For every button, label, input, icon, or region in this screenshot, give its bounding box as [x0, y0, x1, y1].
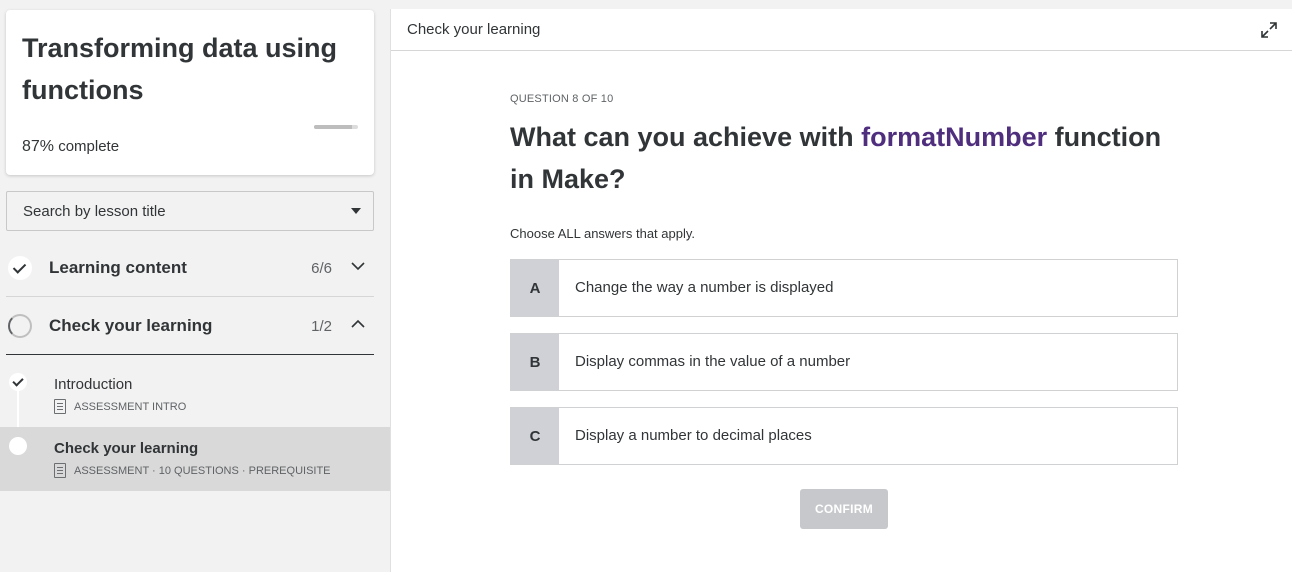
lesson-main-panel: Check your learning QUESTION 8 OF 10 Wha…	[390, 9, 1292, 572]
course-sidebar: Transforming data using functions 87% co…	[0, 0, 390, 572]
lesson-title: Check your learning	[54, 440, 199, 457]
lesson-header: Check your learning	[391, 9, 1292, 51]
course-progress-bar	[314, 125, 358, 129]
lesson-item-check-your-learning[interactable]: Check your learning ASSESSMENT · 10 QUES…	[0, 427, 390, 491]
course-progress-fill	[314, 125, 353, 129]
lesson-item-introduction[interactable]: Introduction ASSESSMENT INTRO	[0, 363, 390, 427]
chevron-up-icon[interactable]	[350, 316, 366, 332]
quiz-icon	[54, 463, 66, 478]
progress-ring-icon	[8, 314, 32, 338]
section-title: Check your learning	[49, 316, 213, 335]
chevron-down-icon[interactable]	[350, 258, 366, 274]
lesson-meta: ASSESSMENT INTRO	[54, 399, 186, 414]
option-letter: C	[511, 408, 559, 464]
lesson-title: Introduction	[54, 376, 133, 393]
course-title: Transforming data using functions	[22, 33, 338, 105]
caret-down-icon	[351, 208, 361, 214]
confirm-button[interactable]: CONFIRM	[800, 489, 888, 529]
course-summary-card: Transforming data using functions 87% co…	[6, 10, 374, 175]
option-text: Display a number to decimal places	[575, 427, 812, 444]
answer-option-c[interactable]: C Display a number to decimal places	[510, 407, 1178, 465]
course-progress-text: 87% complete	[22, 138, 119, 156]
question-text: What can you achieve with formatNumber f…	[510, 116, 1190, 200]
expand-icon[interactable]	[1259, 20, 1279, 40]
section-title: Learning content	[49, 258, 187, 277]
section-count: 6/6	[311, 260, 332, 277]
lesson-meta: ASSESSMENT · 10 QUESTIONS · PREREQUISITE	[54, 463, 331, 478]
lesson-meta-text: ASSESSMENT · 10 QUESTIONS · PREREQUISITE	[74, 464, 331, 477]
section-count: 1/2	[311, 318, 332, 335]
question-number-label: QUESTION 8 OF 10	[510, 93, 614, 105]
course-progress-percent: 87%	[22, 138, 55, 155]
lesson-search-select[interactable]: Search by lesson title	[6, 191, 374, 231]
document-icon	[54, 399, 66, 414]
option-text: Change the way a number is displayed	[575, 279, 834, 296]
question-instruction: Choose ALL answers that apply.	[510, 226, 696, 241]
section-check-your-learning[interactable]: Check your learning 1/2	[6, 298, 374, 355]
option-letter: A	[511, 260, 559, 316]
checkmark-icon	[9, 373, 27, 391]
option-text: Display commas in the value of a number	[575, 353, 851, 370]
lesson-header-title: Check your learning	[407, 21, 541, 38]
question-prefix: What can you achieve with	[510, 122, 862, 152]
current-lesson-dot-icon	[9, 437, 27, 455]
answer-option-a[interactable]: A Change the way a number is displayed	[510, 259, 1178, 317]
question-highlight: formatNumber	[861, 122, 1048, 152]
course-progress-suffix: complete	[54, 138, 120, 155]
section-learning-content[interactable]: Learning content 6/6	[6, 240, 374, 297]
lesson-meta-text: ASSESSMENT INTRO	[74, 400, 187, 413]
lesson-search-placeholder: Search by lesson title	[23, 203, 166, 220]
option-letter: B	[511, 334, 559, 390]
checkmark-icon	[8, 256, 32, 280]
answer-option-b[interactable]: B Display commas in the value of a numbe…	[510, 333, 1178, 391]
